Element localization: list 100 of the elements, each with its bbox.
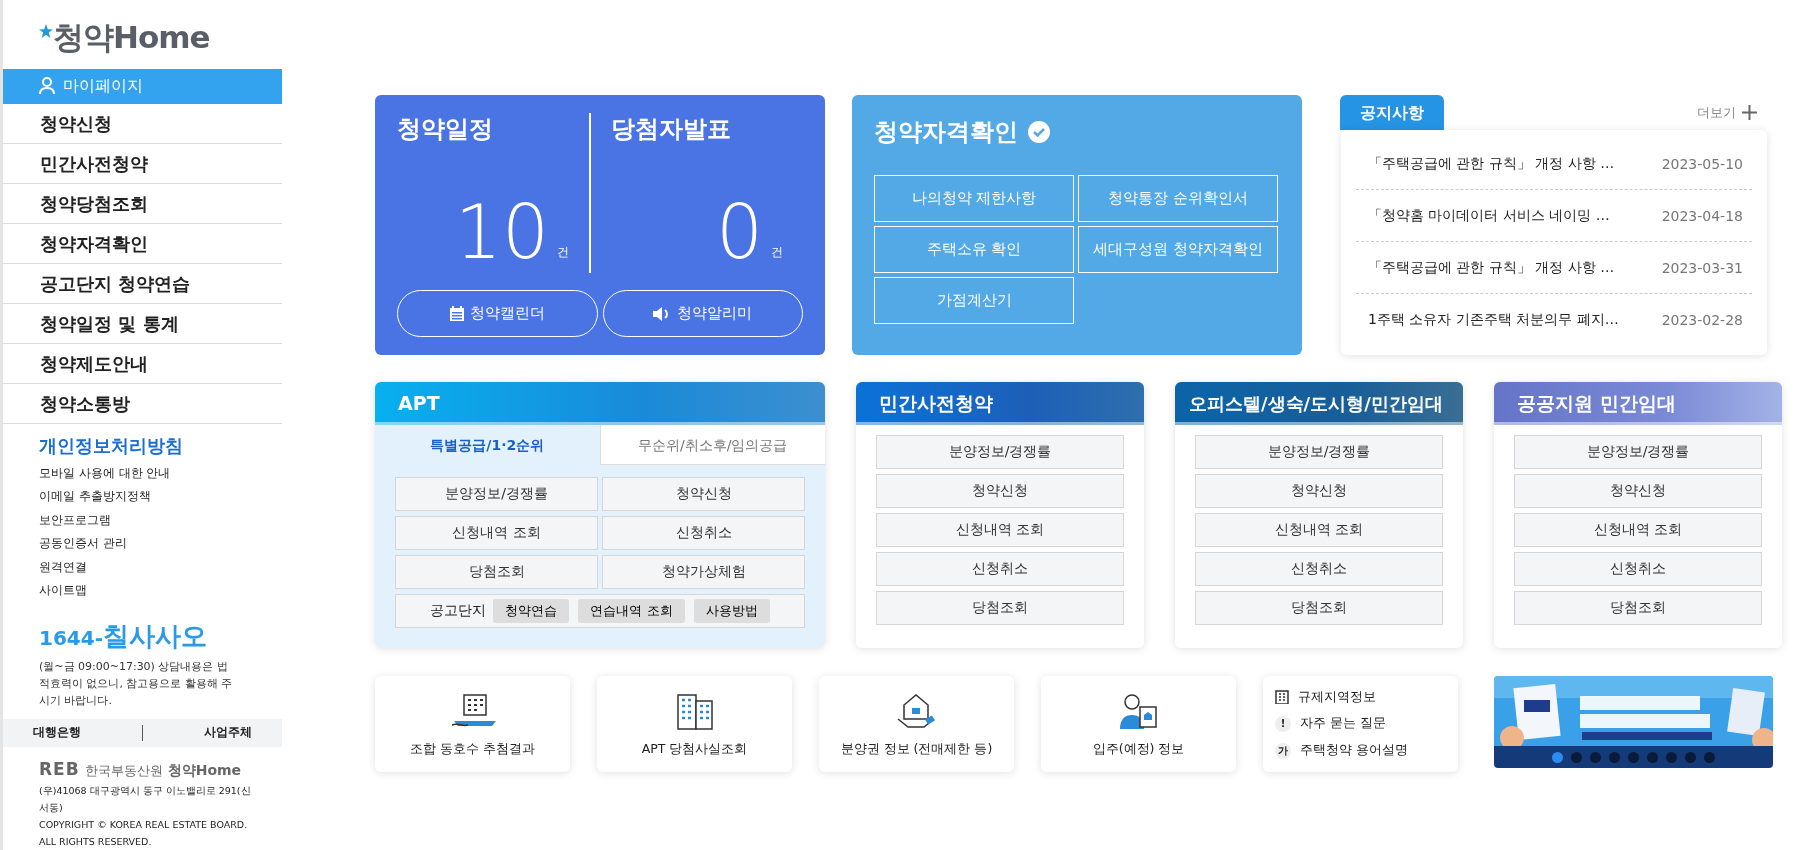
glyph-icon: ! (1275, 716, 1291, 732)
building-icon (1275, 690, 1289, 705)
carousel-dot[interactable] (1552, 751, 1563, 763)
glyph-icon: 가 (1275, 742, 1291, 759)
sidebar-link[interactable]: 보안프로그램 (3, 508, 282, 533)
footer-link[interactable]: 사업주체 (203, 724, 252, 742)
menu-button[interactable]: 신청내역 조회 (1514, 513, 1762, 547)
notice-title-link[interactable]: 「청약홈 마이데이터 서비스 네이밍 … (1368, 206, 1610, 225)
category-header: 민간사전청약 (856, 382, 1144, 425)
notice-title-link[interactable]: 1주택 소유자 기존주택 처분의무 폐지… (1368, 311, 1619, 329)
notice-date: 2023-04-18 (1661, 207, 1743, 224)
menu-button[interactable]: 분양정보/경쟁률 (1195, 435, 1443, 469)
count-number: 0 (715, 197, 763, 267)
info-link[interactable]: 규제지역정보 (1298, 688, 1376, 706)
agency-name: 한국부동산원 (84, 762, 163, 780)
menu-button[interactable]: 당첨조회 (395, 555, 598, 589)
menu-button[interactable]: 청약신청 (876, 474, 1124, 508)
nav-menu-item[interactable]: 청약당첨조회 (3, 183, 282, 224)
notice-date: 2023-03-31 (1661, 259, 1743, 276)
category-header: 공공지원 민간임대 (1494, 382, 1782, 425)
chip-button[interactable]: 사용방법 (693, 599, 770, 623)
count-unit: 건 (771, 244, 783, 261)
site-logo[interactable]: 청약Home (53, 20, 210, 54)
check-circle-icon (1028, 121, 1050, 143)
count-number: 10 (454, 197, 549, 267)
person-icon (39, 77, 55, 96)
carousel-dot[interactable] (1685, 751, 1696, 763)
menu-button[interactable]: 당첨조회 (1514, 591, 1762, 625)
menu-button[interactable]: 당첨조회 (876, 591, 1124, 625)
plus-icon (1742, 105, 1757, 120)
address-text: (우)41068 대구광역시 동구 이노밸리로 291(신서동) (38, 784, 252, 815)
phone-number: 1644- (39, 625, 103, 650)
sidebar-link[interactable]: 원격연결 (3, 555, 282, 580)
quick-link-label: 조합 동호수 추첨결과 (410, 740, 535, 758)
footer-link[interactable]: 대행은행 (33, 724, 82, 742)
more-link[interactable]: 더보기 (1691, 102, 1779, 123)
menu-button[interactable]: 신청내역 조회 (1195, 513, 1443, 547)
menu-button[interactable]: 신청취소 (1514, 552, 1762, 586)
privacy-policy-link[interactable]: 개인정보처리방침 (3, 423, 282, 462)
category-tab[interactable]: 특별공급/1·2순위 (375, 425, 600, 465)
sidebar-link[interactable]: 사이트맵 (3, 579, 282, 603)
category-tab[interactable]: 무순위/취소후/임의공급 (599, 425, 825, 465)
notice-title-link[interactable]: 「주택공급에 관한 규칙」 개정 사항 … (1368, 258, 1615, 277)
quick-link-label: 입주(예정) 정보 (1092, 740, 1185, 758)
phone-word: 칠사사오 (102, 619, 207, 653)
chip-button[interactable]: 연습내역 조회 (578, 599, 685, 623)
sidebar-link[interactable]: 모바일 사용에 대한 안내 (3, 461, 282, 486)
menu-button[interactable]: 청약가상체험 (602, 555, 805, 589)
nav-menu-item[interactable]: 청약일정 및 통계 (3, 303, 282, 344)
agency-logo: REB (39, 759, 80, 779)
stat-title: 청약일정 (397, 114, 494, 145)
site-logo: 청약Home (167, 762, 242, 780)
quick-link-card[interactable]: APT 당첨사실조회 (597, 676, 792, 772)
count-unit: 건 (557, 244, 569, 261)
copyright-text: COPYRIGHT © KOREA REAL ESTATE BOARD. ALL RIGHTS RESERVED. (38, 818, 249, 849)
carousel-dot[interactable] (1666, 751, 1677, 763)
quick-link-label: 분양권 정보 (전매제한 등) (840, 740, 993, 758)
carousel-dot[interactable] (1628, 751, 1639, 763)
menu-button[interactable]: 분양정보/경쟁률 (1514, 435, 1762, 469)
carousel-dot[interactable] (1647, 751, 1658, 763)
quick-link-card[interactable]: 입주(예정) 정보 (1041, 676, 1236, 772)
nav-menu-item[interactable]: 청약제도안내 (3, 343, 282, 384)
menu-button[interactable]: 분양정보/경쟁률 (876, 435, 1124, 469)
menu-button[interactable]: 신청취소 (602, 516, 805, 550)
nav-menu-item[interactable]: 청약자격확인 (3, 223, 282, 264)
calendar-icon (449, 306, 464, 321)
menu-button[interactable]: 청약신청 (602, 477, 805, 511)
stat-title: 당첨자발표 (611, 114, 732, 145)
star-icon (39, 24, 53, 38)
info-link[interactable]: 주택청약 용어설명 (1300, 742, 1408, 760)
sidebar-link[interactable]: 공동인증서 관리 (3, 532, 282, 556)
carousel-dot[interactable] (1609, 751, 1620, 763)
quick-link-label: APT 당첨사실조회 (641, 740, 748, 758)
chip-button[interactable]: 청약연습 (493, 599, 570, 623)
menu-button[interactable]: 신청취소 (876, 552, 1124, 586)
menu-button[interactable]: 신청취소 (1195, 552, 1443, 586)
notice-date: 2023-05-10 (1661, 155, 1743, 172)
card-title: 청약자격확인 (874, 117, 1018, 148)
carousel-dot[interactable] (1590, 751, 1601, 763)
menu-button[interactable]: 당첨조회 (1195, 591, 1443, 625)
category-header: APT (375, 382, 825, 425)
info-link[interactable]: 자주 묻는 질문 (1300, 715, 1386, 733)
nav-menu-item[interactable]: 청약소통방 (3, 383, 282, 424)
hours-note: (월~금 09:00~17:30) 상담내용은 법적효력이 없으니, 참고용으로 활용해 주시기 바랍니다. (38, 658, 234, 709)
nav-menu-item[interactable]: 민간사전청약 (3, 143, 282, 184)
carousel-dot[interactable] (1571, 751, 1582, 763)
category-header: 오피스텔/생숙/도시형/민간임대 (1175, 382, 1463, 425)
nav-menu-item[interactable]: 청약신청 (3, 103, 282, 144)
quick-link-card[interactable]: 분양권 정보 (전매제한 등) (819, 676, 1014, 772)
menu-button[interactable]: 신청내역 조회 (395, 516, 598, 550)
sidebar-link[interactable]: 이메일 추출방지정책 (3, 485, 282, 509)
notice-title-link[interactable]: 「주택공급에 관한 규칙」 개정 사항 … (1368, 154, 1615, 173)
menu-button[interactable]: 신청내역 조회 (876, 513, 1124, 547)
quick-link-card[interactable]: 조합 동호수 추첨결과 (375, 676, 570, 772)
nav-menu-item[interactable]: 공고단지 청약연습 (3, 263, 282, 304)
menu-button[interactable]: 분양정보/경쟁률 (395, 477, 598, 511)
practice-label: 공고단지 (430, 602, 487, 620)
menu-button[interactable]: 청약신청 (1195, 474, 1443, 508)
carousel-dot[interactable] (1704, 751, 1715, 763)
menu-button[interactable]: 청약신청 (1514, 474, 1762, 508)
